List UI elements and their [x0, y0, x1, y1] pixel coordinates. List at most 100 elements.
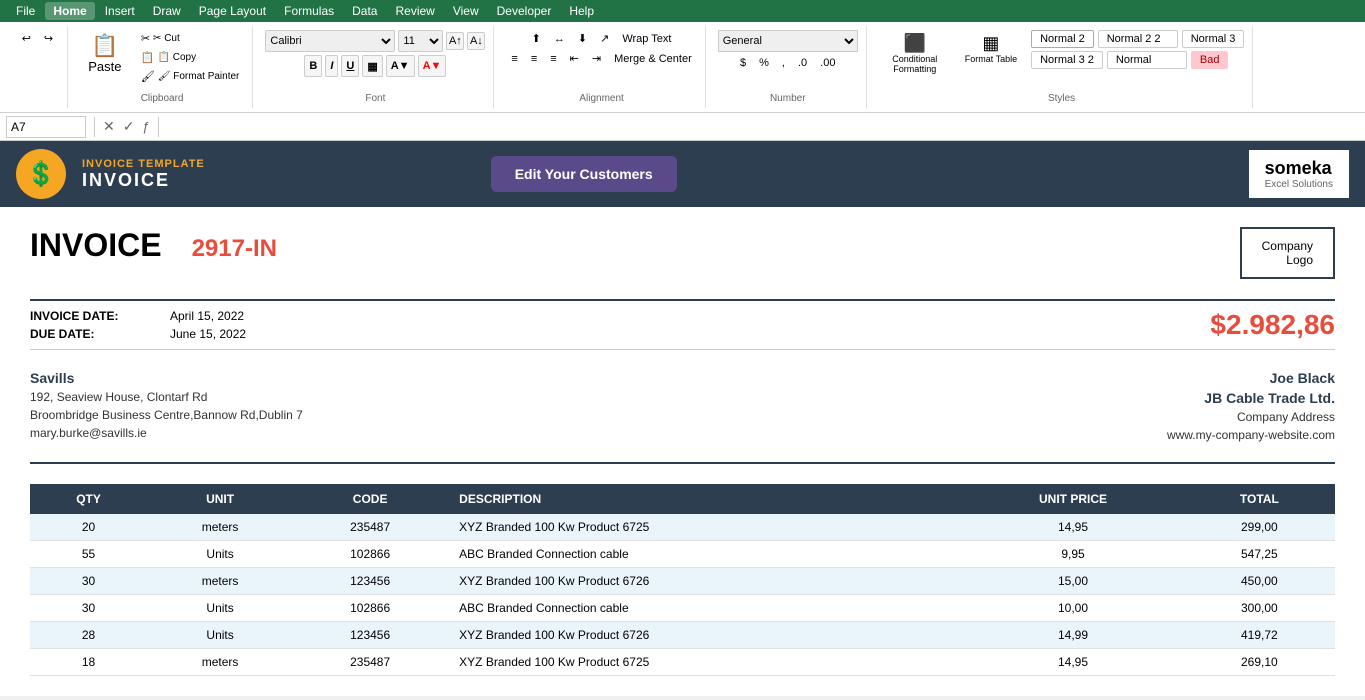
table-cell: 9,95 [962, 541, 1183, 568]
table-cell: 55 [30, 541, 147, 568]
edit-customers-button[interactable]: Edit Your Customers [491, 156, 677, 192]
menu-view[interactable]: View [445, 2, 487, 20]
table-cell: 269,10 [1184, 649, 1335, 676]
font-increase-button[interactable]: A↑ [446, 32, 464, 50]
formula-input[interactable] [167, 120, 1359, 134]
table-cell: ABC Branded Connection cable [447, 595, 962, 622]
font-family-select[interactable]: Calibri [265, 30, 395, 52]
menu-review[interactable]: Review [387, 2, 442, 20]
table-cell: meters [147, 568, 293, 595]
table-cell: meters [147, 514, 293, 541]
align-left-button[interactable]: ≡ [506, 51, 522, 67]
col-unit: UNIT [147, 484, 293, 514]
undo-button[interactable]: ↩ [17, 30, 36, 47]
invoice-number: 2917-IN [192, 235, 277, 263]
format-table-icon: ▦ [982, 33, 999, 54]
menu-file[interactable]: File [8, 2, 43, 20]
table-header-row: QTY UNIT CODE DESCRIPTION UNIT PRICE TOT… [30, 484, 1335, 514]
font-size-select[interactable]: 11 [398, 30, 443, 52]
table-cell: 28 [30, 622, 147, 649]
menu-draw[interactable]: Draw [145, 2, 189, 20]
alignment-group: ⬆ ↔ ⬇ ↗ Wrap Text ≡ ≡ ≡ ⇤ ⇥ Merge & Cent… [498, 26, 705, 108]
menu-help[interactable]: Help [561, 2, 602, 20]
function-icon[interactable]: ƒ [142, 119, 149, 134]
align-right-button[interactable]: ≡ [545, 51, 561, 67]
comma-button[interactable]: , [777, 55, 790, 71]
format-table-button[interactable]: ▦ Format Table [959, 30, 1023, 67]
undo-group: ↩ ↪ Clipboard [8, 26, 68, 108]
someka-logo-sub: Excel Solutions [1265, 179, 1333, 190]
table-cell: XYZ Branded 100 Kw Product 6725 [447, 649, 962, 676]
invoice-date-label: INVOICE DATE: [30, 309, 150, 323]
table-cell: ABC Branded Connection cable [447, 541, 962, 568]
menu-page-layout[interactable]: Page Layout [191, 2, 274, 20]
table-row: 30Units102866ABC Branded Connection cabl… [30, 595, 1335, 622]
redo-button[interactable]: ↪ [39, 30, 58, 47]
table-cell: 547,25 [1184, 541, 1335, 568]
number-group: General $ % , .0 .00 Number [710, 26, 867, 108]
align-center-button[interactable]: ≡ [526, 51, 542, 67]
wrap-text-button[interactable]: Wrap Text [617, 31, 676, 47]
accounting-button[interactable]: $ [735, 55, 751, 71]
menu-data[interactable]: Data [344, 2, 385, 20]
number-label: Number [770, 91, 806, 104]
cancel-icon[interactable]: ✕ [103, 118, 115, 135]
alignment-label: Alignment [579, 91, 623, 104]
table-cell: XYZ Branded 100 Kw Product 6726 [447, 622, 962, 649]
align-bottom-button[interactable]: ⬇ [573, 30, 592, 47]
cut-button[interactable]: ✂ ✂ Cut [136, 30, 245, 47]
invoice-dates: INVOICE DATE: April 15, 2022 DUE DATE: J… [30, 299, 1335, 350]
percent-button[interactable]: % [754, 55, 774, 71]
increase-indent-button[interactable]: ⇥ [587, 50, 606, 67]
style-bad[interactable]: Bad [1191, 51, 1229, 69]
ribbon: ↩ ↪ Clipboard 📋 Paste ✂ ✂ Cut 📋 [0, 22, 1365, 113]
copy-button[interactable]: 📋 📋 Copy [136, 49, 245, 66]
someka-logo: someka Excel Solutions [1249, 150, 1349, 198]
style-normal[interactable]: Normal [1107, 51, 1187, 69]
table-row: 18meters235487XYZ Branded 100 Kw Product… [30, 649, 1335, 676]
invoice-top: INVOICE 2917-IN Company Logo [30, 227, 1335, 279]
style-normal2[interactable]: Normal 2 [1031, 30, 1094, 48]
someka-logo-name: someka [1265, 158, 1333, 179]
merge-center-button[interactable]: Merge & Center [609, 51, 697, 67]
menu-home[interactable]: Home [45, 2, 94, 20]
clipboard-group: 📋 Paste ✂ ✂ Cut 📋 📋 Copy 🖌 🖌 Format Pain [72, 26, 254, 108]
style-normal22[interactable]: Normal 2 2 [1098, 30, 1178, 48]
paste-button[interactable]: 📋 Paste [80, 30, 130, 77]
decrease-indent-button[interactable]: ⇤ [565, 50, 584, 67]
spreadsheet: 💲 INVOICE TEMPLATE INVOICE Edit Your Cus… [0, 141, 1365, 696]
conditional-formatting-button[interactable]: ⬛ Conditional Formatting [879, 30, 951, 77]
dates-left: INVOICE DATE: April 15, 2022 DUE DATE: J… [30, 309, 246, 341]
italic-button[interactable]: I [325, 55, 338, 77]
style-normal3[interactable]: Normal 3 [1182, 30, 1245, 48]
font-color-button[interactable]: A▼ [418, 55, 447, 77]
seller-info: Savills 192, Seaview House, Clontarf Rd … [30, 370, 303, 442]
seller-address1: 192, Seaview House, Clontarf Rd [30, 390, 303, 404]
orientation-button[interactable]: ↗ [595, 30, 614, 47]
increase-decimal-button[interactable]: .00 [815, 55, 840, 71]
table-cell: 123456 [293, 568, 447, 595]
align-middle-button[interactable]: ↔ [549, 31, 570, 47]
font-decrease-button[interactable]: A↓ [467, 32, 485, 50]
table-cell: 30 [30, 568, 147, 595]
menu-insert[interactable]: Insert [97, 2, 143, 20]
format-painter-button[interactable]: 🖌 🖌 Format Painter [136, 68, 245, 85]
style-normal32[interactable]: Normal 3 2 [1031, 51, 1103, 69]
invoice-template-label: INVOICE TEMPLATE [82, 158, 205, 170]
decrease-decimal-button[interactable]: .0 [793, 55, 812, 71]
number-format-select[interactable]: General [718, 30, 858, 52]
bold-button[interactable]: B [304, 55, 322, 77]
invoice-body: INVOICE 2917-IN Company Logo INVOICE DAT… [0, 207, 1365, 696]
confirm-icon[interactable]: ✓ [123, 118, 135, 135]
border-button[interactable]: ▦ [362, 55, 382, 77]
fill-color-button[interactable]: A▼ [386, 55, 415, 77]
cell-reference-input[interactable] [6, 116, 86, 138]
company-logo-box: Company Logo [1240, 227, 1335, 279]
table-cell: 14,95 [962, 649, 1183, 676]
seller-email: mary.burke@savills.ie [30, 426, 303, 440]
menu-developer[interactable]: Developer [489, 2, 560, 20]
align-top-button[interactable]: ⬆ [527, 30, 546, 47]
table-cell: XYZ Branded 100 Kw Product 6726 [447, 568, 962, 595]
underline-button[interactable]: U [341, 55, 359, 77]
menu-formulas[interactable]: Formulas [276, 2, 342, 20]
